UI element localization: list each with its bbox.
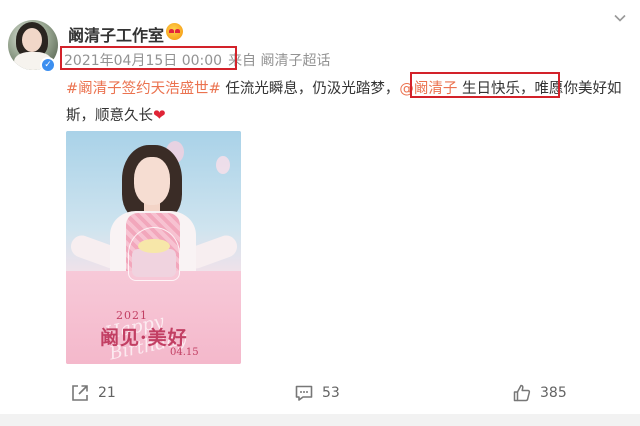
poster-date: 04.15 [170, 347, 199, 358]
comment-button[interactable]: 53 [294, 382, 340, 404]
feed-divider [0, 414, 640, 426]
date-highlight-box [60, 46, 237, 70]
verified-icon: ✓ [40, 57, 56, 73]
comment-count: 53 [322, 385, 340, 401]
heart-icon: ❤ [153, 106, 166, 124]
poster-title: 阚见·美好 [100, 327, 188, 349]
vip-badge-icon[interactable] [166, 23, 183, 40]
post-image[interactable]: Happy Birthday 2021 阚见·美好 04.15 [66, 131, 241, 364]
post-text-part1: 任流光瞬息，仍汲光踏梦， [220, 81, 400, 97]
repost-button[interactable]: 21 [70, 382, 116, 404]
author-name[interactable]: 阚清子工作室 [68, 22, 164, 46]
mention-highlight-box [410, 72, 560, 98]
poster-cake-dome [128, 227, 180, 281]
poster-face [134, 157, 170, 205]
like-count: 385 [540, 385, 567, 401]
avatar-face [22, 28, 42, 52]
repost-icon [72, 385, 88, 401]
action-bar: 21 53 385 [0, 372, 640, 412]
post-source[interactable]: 来自 阚清子超话 [228, 53, 330, 69]
poster-balloon [216, 156, 230, 174]
chevron-down-icon[interactable] [614, 12, 626, 24]
repost-count: 21 [98, 385, 116, 401]
poster-year: 2021 [116, 309, 148, 322]
comment-icon [295, 385, 313, 401]
thumbs-up-icon [513, 384, 531, 402]
like-button[interactable]: 385 [512, 382, 567, 404]
hashtag-link[interactable]: #阚清子签约天浩盛世# [66, 81, 221, 97]
